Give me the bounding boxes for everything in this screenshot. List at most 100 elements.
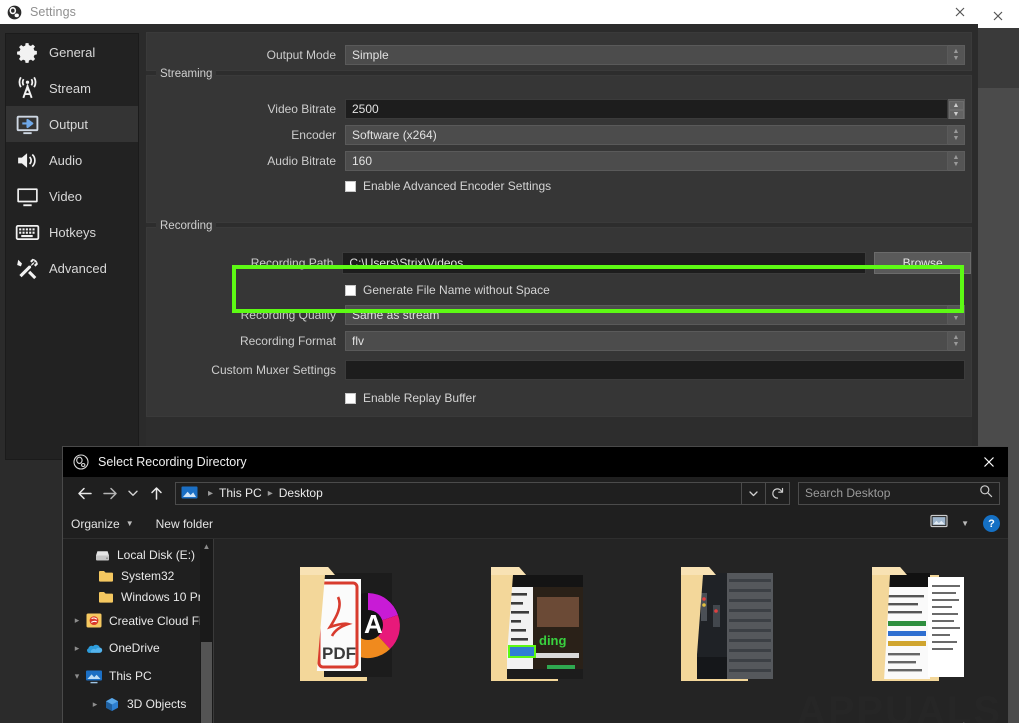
- video-bitrate-input[interactable]: 2500: [345, 99, 948, 119]
- svg-text:A: A: [364, 609, 383, 639]
- sidebar-item-output[interactable]: Output: [6, 106, 138, 142]
- advanced-encoder-label: Enable Advanced Encoder Settings: [363, 179, 552, 193]
- sidebar-item-label: Audio: [49, 152, 83, 168]
- tree-item-label: OneDrive: [109, 641, 160, 655]
- updown-spinner-icon[interactable]: ▲ ▼: [948, 331, 965, 351]
- obs-logo-icon: [73, 454, 89, 470]
- folder-item[interactable]: [627, 553, 818, 699]
- close-icon[interactable]: [990, 8, 1006, 24]
- sidebar-item-video[interactable]: Video: [6, 178, 138, 214]
- recording-path-input[interactable]: C:\Users\Strix\Videos: [342, 252, 867, 274]
- updown-spinner-icon[interactable]: ▲ ▼: [948, 305, 965, 325]
- arrow-left-icon[interactable]: [71, 481, 97, 505]
- tree-item-label: 3D Objects: [127, 697, 187, 711]
- folder-item[interactable]: ding: [437, 553, 628, 699]
- folder-thumbnail-city-photo: [681, 567, 774, 681]
- settings-sidebar: General Stream Output Audio Video Hotkey…: [5, 33, 139, 460]
- arrow-right-icon[interactable]: [97, 481, 123, 505]
- address-bar[interactable]: ▸ This PC ▸ Desktop: [175, 481, 790, 505]
- close-icon[interactable]: [952, 4, 968, 20]
- search-input[interactable]: Search Desktop: [798, 481, 1000, 505]
- advanced-encoder-checkbox-row[interactable]: Enable Advanced Encoder Settings: [147, 174, 971, 198]
- folder-item[interactable]: A PDF: [246, 553, 437, 699]
- sidebar-item-label: Stream: [49, 80, 91, 96]
- chevron-down-icon[interactable]: [741, 482, 765, 504]
- sidebar-item-hotkeys[interactable]: Hotkeys: [6, 214, 138, 250]
- refresh-icon[interactable]: [765, 482, 789, 504]
- speaker-icon: [14, 147, 40, 173]
- svg-text:ding: ding: [539, 633, 566, 648]
- 3dobjects-icon: [103, 696, 121, 712]
- recording-format-select[interactable]: flv: [345, 331, 948, 351]
- keyboard-icon: [14, 219, 40, 245]
- output-mode-group: Output Mode Simple ▲ ▼: [146, 32, 972, 71]
- breadcrumb-desktop[interactable]: Desktop: [279, 486, 323, 500]
- thispc-icon: [85, 668, 103, 684]
- updown-spinner-icon[interactable]: ▲ ▼: [948, 45, 965, 65]
- tree-item-3d-objects[interactable]: ▸ 3D Objects: [63, 690, 213, 718]
- scrollbar-thumb[interactable]: [201, 642, 212, 723]
- recording-group-title: Recording: [156, 220, 217, 232]
- chevron-right-icon[interactable]: ▸: [69, 643, 85, 654]
- streaming-group: Streaming Video Bitrate 2500 ▲ ▼ Encoder …: [146, 68, 972, 223]
- updown-spinner-icon[interactable]: ▲ ▼: [948, 151, 965, 171]
- chevron-up-icon[interactable]: ▲: [200, 539, 213, 553]
- recording-path-row: Recording Path C:\Users\Strix\Videos Bro…: [147, 248, 971, 278]
- file-dialog-main: Local Disk (E:) System32 Windows 10 Pro …: [63, 539, 1008, 723]
- custom-muxer-input[interactable]: [345, 360, 965, 380]
- updown-spinner-icon[interactable]: ▲ ▼: [948, 99, 965, 119]
- tree-item-windows-10-pro[interactable]: Windows 10 Pro: [63, 586, 213, 607]
- chevron-right-icon[interactable]: ▸: [87, 699, 103, 710]
- checkbox-icon[interactable]: [345, 180, 356, 192]
- tree-item-system32[interactable]: System32: [63, 565, 213, 586]
- folder-thumbnail-pdf-colorwheel: A PDF: [300, 567, 401, 681]
- close-icon[interactable]: [980, 453, 998, 471]
- tree-item-local-disk-e[interactable]: Local Disk (E:): [63, 544, 213, 565]
- organize-button[interactable]: Organize ▼: [71, 509, 134, 538]
- view-layout-icon[interactable]: [930, 513, 949, 534]
- audio-bitrate-select[interactable]: 160: [345, 151, 948, 171]
- tree-item-onedrive[interactable]: ▸ OneDrive: [63, 634, 213, 662]
- sidebar-item-label: General: [49, 44, 96, 60]
- help-icon[interactable]: ?: [983, 515, 1000, 532]
- chevron-down-icon[interactable]: ▾: [69, 671, 85, 682]
- caret-down-icon[interactable]: ▼: [961, 519, 969, 528]
- output-mode-select[interactable]: Simple: [345, 45, 948, 65]
- browse-button[interactable]: Browse: [874, 252, 971, 274]
- breadcrumb-this-pc[interactable]: This PC: [219, 486, 262, 500]
- chevron-right-icon[interactable]: ▸: [69, 615, 85, 626]
- video-bitrate-label: Video Bitrate: [267, 102, 337, 116]
- caret-down-icon: ▼: [125, 519, 134, 528]
- sidebar-item-stream[interactable]: Stream: [6, 70, 138, 106]
- checkbox-icon[interactable]: [345, 284, 356, 296]
- sidebar-item-label: Video: [49, 188, 83, 204]
- search-icon: [979, 484, 993, 503]
- chevron-down-icon[interactable]: [123, 481, 143, 505]
- sidebar-item-general[interactable]: General: [6, 34, 138, 70]
- encoder-select[interactable]: Software (x264): [345, 125, 948, 145]
- recording-format-row: Recording Format flv ▲ ▼: [147, 328, 971, 354]
- tree-item-this-pc[interactable]: ▾ This PC: [63, 662, 213, 690]
- arrow-up-icon[interactable]: [143, 481, 169, 505]
- sidebar-item-advanced[interactable]: Advanced: [6, 250, 138, 286]
- settings-body: General Stream Output Audio Video Hotkey…: [0, 24, 978, 460]
- tree-scrollbar[interactable]: ▲: [200, 539, 213, 723]
- drive-icon: [93, 547, 111, 563]
- sidebar-item-audio[interactable]: Audio: [6, 142, 138, 178]
- desktop-icon: [181, 486, 198, 501]
- svg-text:PDF: PDF: [322, 644, 356, 663]
- generate-no-space-checkbox-row[interactable]: Generate File Name without Space: [147, 278, 971, 302]
- checkbox-icon[interactable]: [345, 392, 356, 404]
- tree-item-creative-cloud-files[interactable]: ▸ Creative Cloud Fil: [63, 607, 213, 634]
- new-folder-button[interactable]: New folder: [156, 509, 213, 538]
- custom-muxer-row: Custom Muxer Settings: [147, 354, 971, 386]
- replay-buffer-checkbox-row[interactable]: Enable Replay Buffer: [147, 386, 971, 410]
- recording-quality-select[interactable]: Same as stream: [345, 305, 948, 325]
- file-dialog-title: Select Recording Directory: [98, 455, 247, 469]
- sidebar-item-label: Hotkeys: [49, 224, 96, 240]
- folder-item[interactable]: [818, 553, 1009, 699]
- encoder-label: Encoder: [291, 128, 336, 142]
- tree-item-label: This PC: [109, 669, 152, 683]
- updown-spinner-icon[interactable]: ▲ ▼: [948, 125, 965, 145]
- recording-quality-label: Recording Quality: [240, 308, 336, 322]
